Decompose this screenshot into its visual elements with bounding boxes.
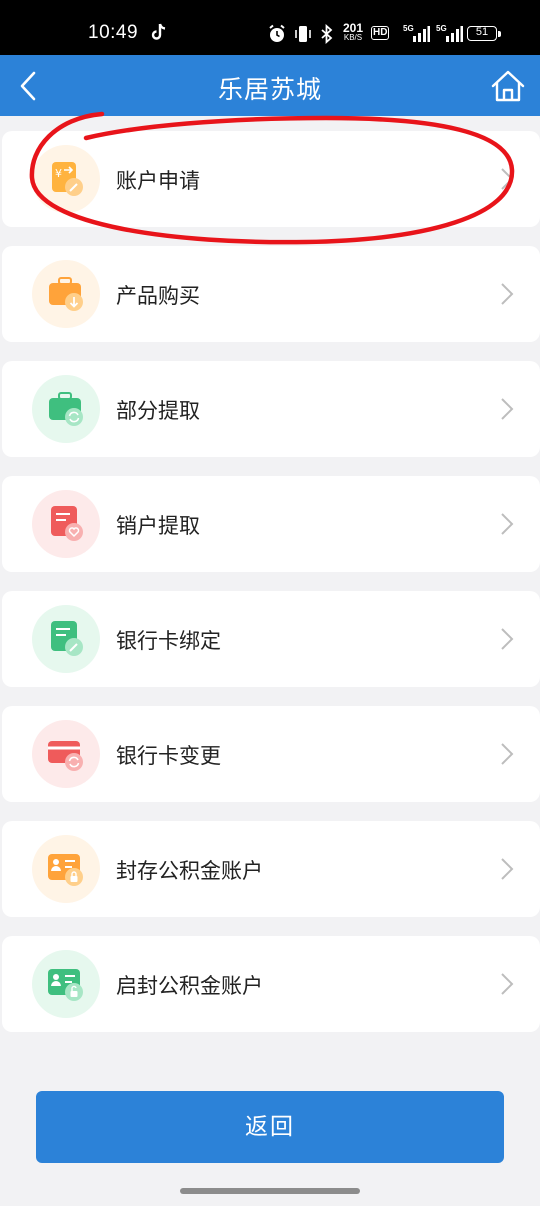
account-apply-icon: ¥ [32, 145, 100, 213]
svg-text:¥: ¥ [55, 167, 62, 180]
signal-icon [413, 26, 430, 42]
chevron-right-icon [501, 743, 514, 765]
menu-item-label: 启封公积金账户 [116, 974, 263, 998]
vibrate-icon [295, 26, 311, 42]
chevron-right-icon [501, 283, 514, 305]
chevron-right-icon [501, 513, 514, 535]
chevron-right-icon [501, 858, 514, 880]
tiktok-icon [151, 23, 166, 40]
menu-item-label: 账户申请 [116, 169, 200, 193]
unseal-fund-account-icon [32, 950, 100, 1018]
menu-item-close-account-withdraw[interactable]: 销户提取 [2, 476, 540, 572]
chevron-right-icon [501, 628, 514, 650]
hd-badge: HD [371, 26, 390, 40]
chevron-right-icon [501, 168, 514, 190]
chevron-right-icon [501, 973, 514, 995]
bank-card-bind-icon [32, 605, 100, 673]
nav-bar: 乐居苏城 [0, 55, 540, 116]
bank-card-change-icon [32, 720, 100, 788]
net-speed-value: 201 [342, 21, 364, 35]
menu-item-partial-withdraw[interactable]: 部分提取 [2, 361, 540, 457]
return-button[interactable]: 返回 [36, 1091, 504, 1163]
menu-item-unseal-fund-account[interactable]: 启封公积金账户 [2, 936, 540, 1032]
alarm-icon [269, 24, 285, 42]
menu-item-bank-card-bind[interactable]: 银行卡绑定 [2, 591, 540, 687]
menu-item-account-apply[interactable]: ¥ 账户申请 [2, 131, 540, 227]
product-purchase-icon [32, 260, 100, 328]
seal-fund-account-icon [32, 835, 100, 903]
battery-icon: 51 [467, 26, 501, 41]
net-speed-unit: KB/S [343, 33, 363, 42]
signal-icon-2 [446, 26, 463, 42]
home-icon[interactable] [490, 69, 526, 103]
net-speed: 201 KB/S [341, 21, 365, 43]
chevron-right-icon [501, 398, 514, 420]
menu-item-seal-fund-account[interactable]: 封存公积金账户 [2, 821, 540, 917]
menu-item-label: 银行卡变更 [116, 744, 221, 768]
battery-level: 51 [475, 26, 489, 38]
menu-item-label: 封存公积金账户 [116, 859, 263, 883]
partial-withdraw-icon [32, 375, 100, 443]
menu-item-label: 产品购买 [116, 284, 200, 308]
menu-item-product-purchase[interactable]: 产品购买 [2, 246, 540, 342]
page-title: 乐居苏城 [217, 75, 322, 104]
menu-item-label: 银行卡绑定 [116, 629, 221, 653]
close-account-withdraw-icon [32, 490, 100, 558]
gesture-home-bar[interactable] [180, 1188, 360, 1194]
status-bar: 10:49 201 KB/S HD 5G 5G 51 [0, 0, 540, 55]
menu-item-label: 销户提取 [116, 514, 200, 538]
bluetooth-icon [321, 24, 333, 44]
menu-item-bank-card-change[interactable]: 银行卡变更 [2, 706, 540, 802]
menu-item-label: 部分提取 [116, 399, 200, 423]
status-time: 10:49 [88, 22, 139, 43]
